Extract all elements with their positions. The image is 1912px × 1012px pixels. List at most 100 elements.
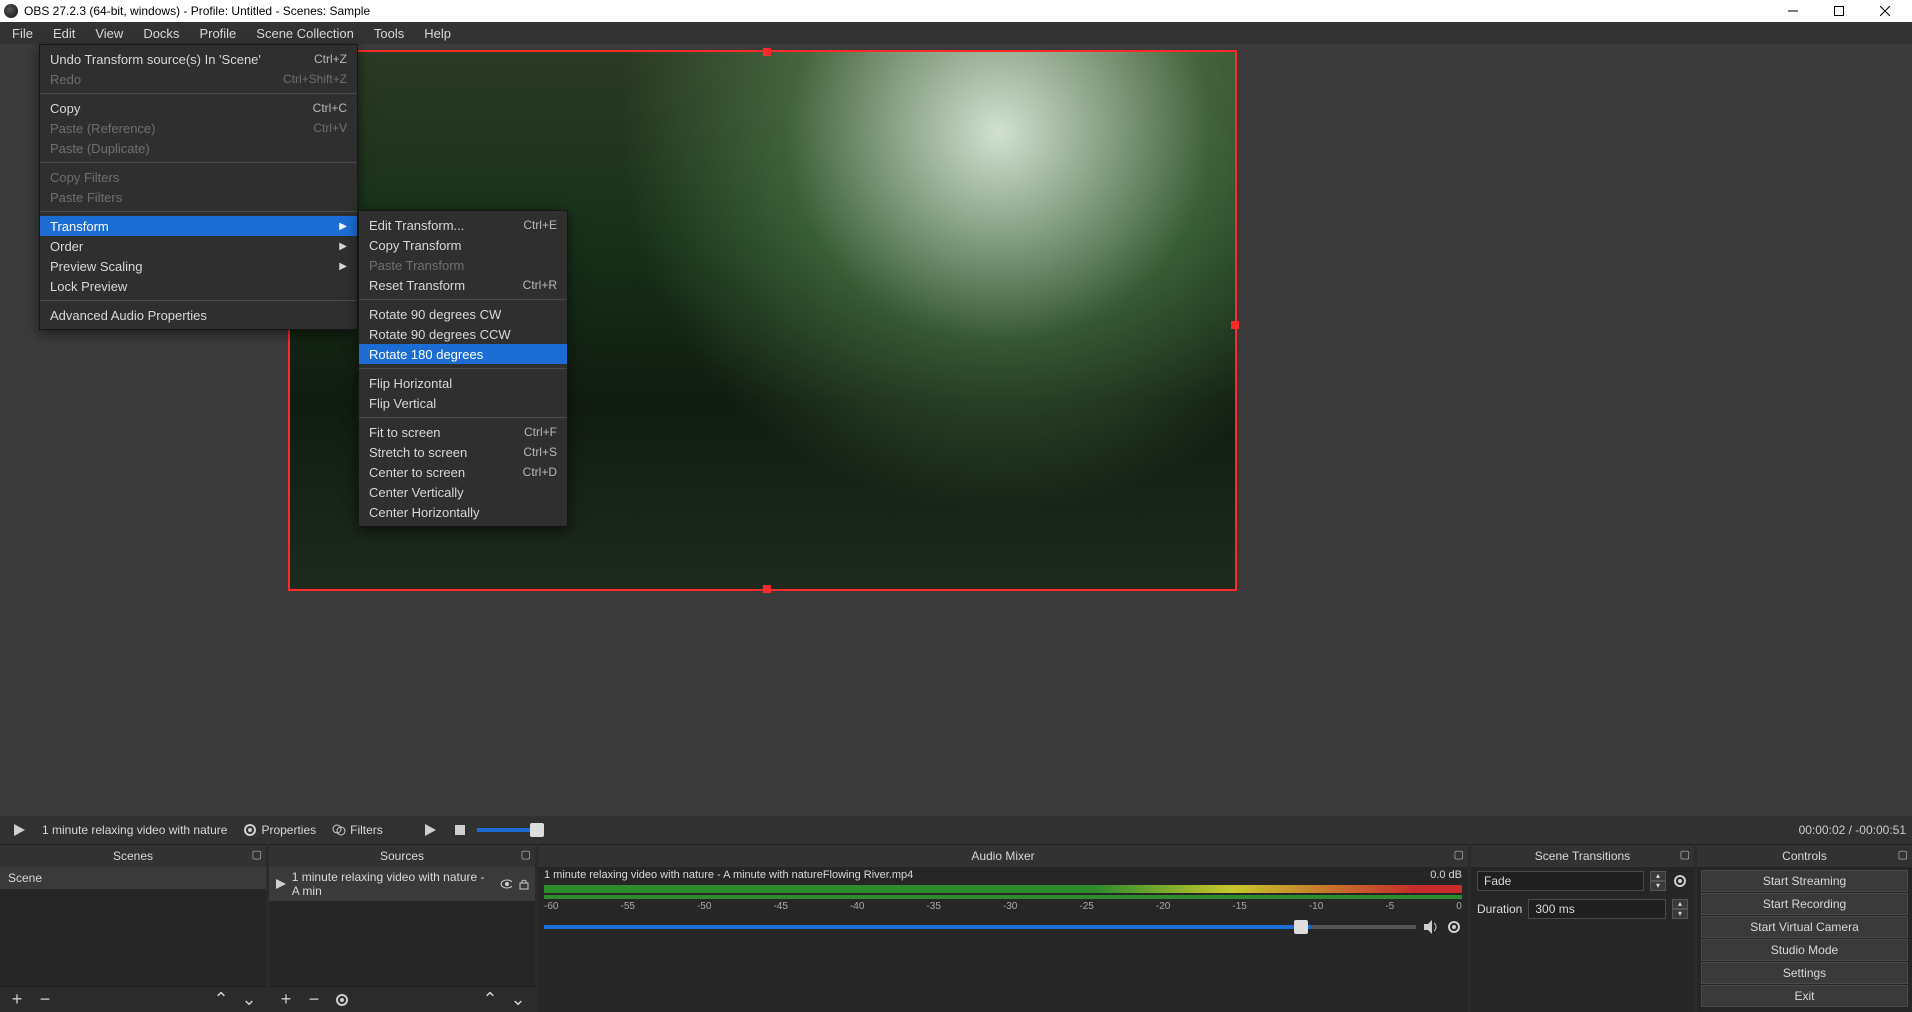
source-properties-button[interactable] xyxy=(333,991,351,1009)
db-tick: -60 xyxy=(544,901,558,912)
chevron-right-icon: ▶ xyxy=(339,221,347,232)
media-seek-slider[interactable] xyxy=(477,828,537,832)
transform-menu-item[interactable]: Rotate 180 degrees xyxy=(359,344,567,364)
controls-title: Controls xyxy=(1782,849,1827,863)
menu-docks[interactable]: Docks xyxy=(133,24,189,43)
transform-menu-item-label: Edit Transform... xyxy=(369,218,497,233)
transform-menu-item-label: Fit to screen xyxy=(369,425,498,440)
transform-menu-item[interactable]: Rotate 90 degrees CW xyxy=(359,304,567,324)
dock-popout-icon[interactable]: ▢ xyxy=(1680,848,1690,861)
transform-menu-item[interactable]: Reset TransformCtrl+R xyxy=(359,275,567,295)
window-title: OBS 27.2.3 (64-bit, windows) - Profile: … xyxy=(24,4,370,18)
scene-item[interactable]: Scene xyxy=(0,867,266,889)
menu-help[interactable]: Help xyxy=(414,24,461,43)
edit-menu-item-label: Advanced Audio Properties xyxy=(50,308,347,323)
transform-menu-item[interactable]: Center to screenCtrl+D xyxy=(359,462,567,482)
gear-icon[interactable] xyxy=(1446,919,1462,935)
volume-slider[interactable] xyxy=(544,925,1416,929)
controls-dock: Controls ▢ Start StreamingStart Recording… xyxy=(1697,844,1912,1012)
edit-menu-item: RedoCtrl+Shift+Z xyxy=(40,69,357,89)
chevron-right-icon: ▶ xyxy=(339,241,347,252)
media-stop-button[interactable] xyxy=(447,821,473,839)
media-time-readout: 00:00:02 / -00:00:51 xyxy=(1799,823,1906,837)
settings-button[interactable]: Settings xyxy=(1701,962,1908,984)
menu-profile[interactable]: Profile xyxy=(189,24,246,43)
edit-menu-item-label: Preview Scaling xyxy=(50,259,339,274)
transform-menu-item-label: Rotate 180 degrees xyxy=(369,347,557,362)
transform-menu-item[interactable]: Fit to screenCtrl+F xyxy=(359,422,567,442)
speaker-icon[interactable] xyxy=(1422,918,1440,936)
menu-tools[interactable]: Tools xyxy=(364,24,414,43)
transform-menu-item[interactable]: Rotate 90 degrees CCW xyxy=(359,324,567,344)
move-source-down-button[interactable]: ⌄ xyxy=(509,991,527,1009)
edit-menu-item-accel: Ctrl+Z xyxy=(288,52,347,66)
add-scene-button[interactable]: + xyxy=(8,991,26,1009)
remove-source-button[interactable]: − xyxy=(305,991,323,1009)
edit-menu-item[interactable]: Advanced Audio Properties xyxy=(40,305,357,325)
media-play-button[interactable] xyxy=(417,821,443,839)
move-scene-up-button[interactable]: ⌃ xyxy=(212,991,230,1009)
transition-type-select[interactable]: Fade xyxy=(1477,871,1644,891)
dock-popout-icon[interactable]: ▢ xyxy=(252,848,262,861)
start-streaming-button[interactable]: Start Streaming xyxy=(1701,870,1908,892)
edit-menu-item-label: Undo Transform source(s) In 'Scene' xyxy=(50,52,288,67)
edit-menu-item[interactable]: CopyCtrl+C xyxy=(40,98,357,118)
edit-menu-item[interactable]: Undo Transform source(s) In 'Scene'Ctrl+… xyxy=(40,49,357,69)
transform-menu-item[interactable]: Center Vertically xyxy=(359,482,567,502)
menu-scene-collection[interactable]: Scene Collection xyxy=(246,24,364,43)
window-minimize-button[interactable] xyxy=(1770,0,1816,22)
gear-icon[interactable] xyxy=(1672,873,1688,889)
transform-menu-item-accel: Ctrl+F xyxy=(498,425,557,439)
transform-menu-item[interactable]: Flip Vertical xyxy=(359,393,567,413)
add-source-button[interactable]: + xyxy=(277,991,295,1009)
edit-menu-item[interactable]: Lock Preview xyxy=(40,276,357,296)
filters-button[interactable]: Filters xyxy=(326,821,389,839)
edit-menu-item[interactable]: Transform▶ xyxy=(40,216,357,236)
toggle-preview-icon[interactable] xyxy=(6,821,32,839)
edit-menu-item-label: Redo xyxy=(50,72,257,87)
audio-meter xyxy=(544,885,1462,893)
move-source-up-button[interactable]: ⌃ xyxy=(481,991,499,1009)
dock-popout-icon[interactable]: ▢ xyxy=(1454,848,1464,861)
transform-menu-item[interactable]: Edit Transform...Ctrl+E xyxy=(359,215,567,235)
menu-edit[interactable]: Edit xyxy=(43,24,85,43)
transform-menu-item-label: Rotate 90 degrees CCW xyxy=(369,327,557,342)
transform-menu-item[interactable]: Center Horizontally xyxy=(359,502,567,522)
exit-button[interactable]: Exit xyxy=(1701,985,1908,1007)
transform-menu-item-label: Center Vertically xyxy=(369,485,557,500)
transition-duration-input[interactable]: 300 ms xyxy=(1528,899,1666,919)
edit-menu[interactable]: Undo Transform source(s) In 'Scene'Ctrl+… xyxy=(39,44,358,330)
window-maximize-button[interactable] xyxy=(1816,0,1862,22)
menu-view[interactable]: View xyxy=(85,24,133,43)
move-scene-down-button[interactable]: ⌄ xyxy=(240,991,258,1009)
db-tick: -35 xyxy=(926,901,940,912)
db-tick: -55 xyxy=(620,901,634,912)
sources-dock: Sources▢ 1 minute relaxing video with na… xyxy=(269,844,535,1012)
mixer-track-name: 1 minute relaxing video with nature - A … xyxy=(544,869,913,881)
db-tick: -30 xyxy=(1003,901,1017,912)
properties-button[interactable]: Properties xyxy=(237,821,322,839)
transform-submenu[interactable]: Edit Transform...Ctrl+ECopy TransformPas… xyxy=(358,210,568,527)
edit-menu-item-label: Copy Filters xyxy=(50,170,347,185)
transform-menu-item[interactable]: Copy Transform xyxy=(359,235,567,255)
visibility-icon[interactable] xyxy=(500,877,513,891)
transition-type-stepper[interactable]: ▴▾ xyxy=(1650,871,1666,891)
dock-popout-icon[interactable]: ▢ xyxy=(1898,848,1908,861)
start-virtual-camera-button[interactable]: Start Virtual Camera xyxy=(1701,916,1908,938)
window-close-button[interactable] xyxy=(1862,0,1908,22)
source-item[interactable]: 1 minute relaxing video with nature - A … xyxy=(269,867,535,901)
studio-mode-button[interactable]: Studio Mode xyxy=(1701,939,1908,961)
transform-menu-item[interactable]: Stretch to screenCtrl+S xyxy=(359,442,567,462)
menu-file[interactable]: File xyxy=(2,24,43,43)
start-recording-button[interactable]: Start Recording xyxy=(1701,893,1908,915)
remove-scene-button[interactable]: − xyxy=(36,991,54,1009)
dock-popout-icon[interactable]: ▢ xyxy=(521,848,531,861)
transform-menu-item: Paste Transform xyxy=(359,255,567,275)
source-toolbar: 1 minute relaxing video with nature Prop… xyxy=(0,816,1912,844)
lock-icon[interactable] xyxy=(518,878,529,890)
transform-menu-item[interactable]: Flip Horizontal xyxy=(359,373,567,393)
transition-duration-stepper[interactable]: ▴▾ xyxy=(1672,899,1688,919)
edit-menu-item[interactable]: Order▶ xyxy=(40,236,357,256)
window-titlebar: OBS 27.2.3 (64-bit, windows) - Profile: … xyxy=(0,0,1912,22)
edit-menu-item[interactable]: Preview Scaling▶ xyxy=(40,256,357,276)
